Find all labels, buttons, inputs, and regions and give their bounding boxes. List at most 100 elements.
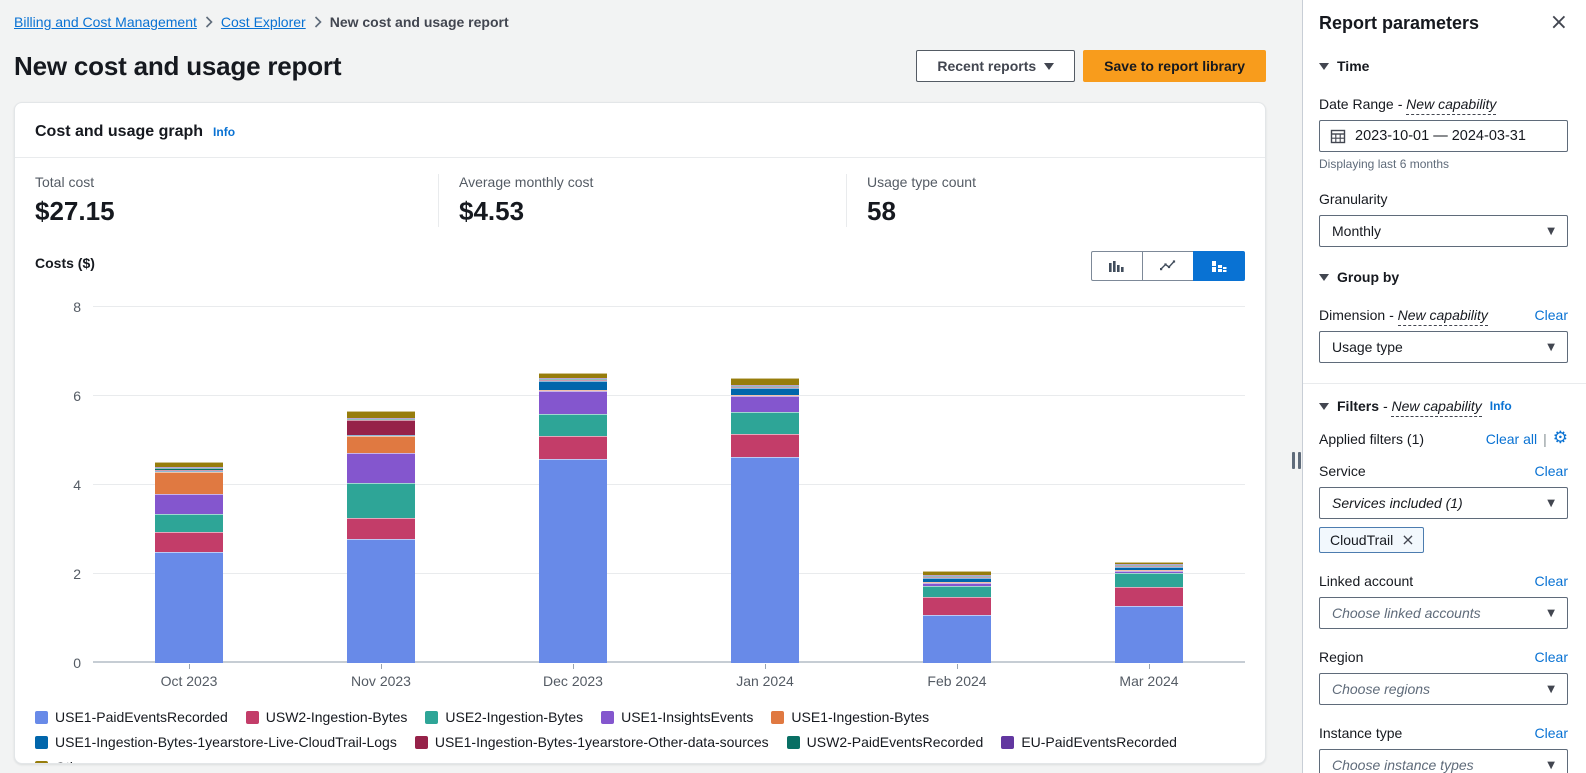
recent-reports-button[interactable]: Recent reports [916, 50, 1075, 82]
bar-chart-icon [1108, 258, 1126, 274]
select-placeholder: Choose regions [1332, 681, 1430, 697]
bar-segment[interactable] [347, 411, 415, 418]
bar-segment[interactable] [923, 586, 991, 597]
legend-item[interactable]: EU-PaidEventsRecorded [1001, 734, 1177, 750]
bar-segment[interactable] [347, 453, 415, 482]
bar-segment[interactable] [923, 597, 991, 615]
stacked-bar[interactable] [155, 307, 223, 663]
stat-total-cost: Total cost $27.15 [15, 174, 438, 227]
group-by-section-header[interactable]: Group by [1319, 269, 1568, 285]
bar-segment[interactable] [347, 483, 415, 519]
bar-segment[interactable] [155, 494, 223, 514]
token-label: CloudTrail [1330, 532, 1393, 548]
bar-segment[interactable] [731, 457, 799, 663]
stacked-bar[interactable] [347, 307, 415, 663]
token-remove-icon[interactable]: × [1401, 532, 1414, 548]
legend-label: USE1-Ingestion-Bytes-1yearstore-Other-da… [435, 734, 769, 750]
breadcrumb-link-billing[interactable]: Billing and Cost Management [14, 14, 197, 30]
chevron-down-icon: ▼ [1547, 684, 1555, 695]
bar-segment[interactable] [539, 381, 607, 389]
chart-x-axis-labels: Oct 2023Nov 2023Dec 2023Jan 2024Feb 2024… [93, 673, 1245, 689]
legend-label: USE1-Ingestion-Bytes [791, 709, 929, 725]
x-axis-tick [189, 664, 190, 669]
stacked-bar-chart-button[interactable] [1193, 251, 1245, 281]
bar-segment[interactable] [731, 434, 799, 457]
region-select[interactable]: Choose regions ▼ [1319, 673, 1568, 705]
time-section-header[interactable]: Time [1319, 58, 1568, 74]
service-clear-link[interactable]: Clear [1535, 463, 1568, 479]
bar-segment[interactable] [731, 412, 799, 435]
legend-swatch [415, 736, 428, 749]
stacked-bar[interactable] [539, 307, 607, 663]
bar-segment[interactable] [1115, 606, 1183, 663]
bar-segment[interactable] [347, 420, 415, 435]
legend-label: USE1-InsightsEvents [621, 709, 753, 725]
filters-section-header[interactable]: Filters - New capability Info [1319, 398, 1568, 414]
bar-segment[interactable] [347, 518, 415, 539]
filter-clear-link[interactable]: Clear [1535, 725, 1568, 741]
filters-info-link[interactable]: Info [1490, 399, 1512, 413]
bar-segment[interactable] [731, 396, 799, 411]
legend-item[interactable]: USE1-Ingestion-Bytes-1yearstore-Live-Clo… [35, 734, 397, 750]
breadcrumb-link-cost-explorer[interactable]: Cost Explorer [221, 14, 306, 30]
stacked-bar[interactable] [923, 307, 991, 663]
bar-segment[interactable] [539, 391, 607, 415]
service-filter: Service Clear Services included (1) ▼ Cl… [1319, 463, 1568, 553]
dimension-select[interactable]: Usage type ▼ [1319, 331, 1568, 363]
bar-segment[interactable] [731, 388, 799, 396]
legend-item[interactable]: USE1-PaidEventsRecorded [35, 709, 228, 725]
stacked-bar[interactable] [731, 307, 799, 663]
stacked-bar[interactable] [1115, 307, 1183, 663]
bar-segment[interactable] [347, 436, 415, 454]
bar-segment[interactable] [923, 615, 991, 664]
bar-segment[interactable] [731, 378, 799, 385]
legend-item[interactable]: USE1-Ingestion-Bytes-1yearstore-Other-da… [415, 734, 769, 750]
chevron-right-icon [205, 16, 213, 28]
legend-item[interactable]: USE1-InsightsEvents [601, 709, 753, 725]
panel-resize-handle[interactable] [1292, 452, 1301, 469]
recent-reports-label: Recent reports [937, 58, 1036, 74]
linked-account-select[interactable]: Choose linked accounts▼ [1319, 597, 1568, 629]
x-axis-label: Oct 2023 [93, 673, 285, 689]
y-tick-label: 0 [51, 655, 81, 671]
bar-segment[interactable] [539, 414, 607, 435]
bar-segment[interactable] [155, 472, 223, 494]
legend-swatch [771, 711, 784, 724]
x-axis-label: Jan 2024 [669, 673, 861, 689]
bar-segment[interactable] [539, 459, 607, 663]
service-select[interactable]: Services included (1) ▼ [1319, 487, 1568, 519]
bar-segment[interactable] [155, 514, 223, 532]
info-link[interactable]: Info [213, 125, 235, 139]
dimension-clear-link[interactable]: Clear [1535, 307, 1568, 323]
legend-item[interactable]: USW2-Ingestion-Bytes [246, 709, 408, 725]
gear-icon[interactable]: ⚙ [1553, 430, 1568, 447]
close-icon[interactable]: × [1550, 12, 1568, 34]
time-section-label: Time [1337, 58, 1369, 74]
chevron-down-icon: ▼ [1547, 226, 1555, 237]
instance-type-select[interactable]: Choose instance types▼ [1319, 749, 1568, 773]
bar-segment[interactable] [155, 552, 223, 663]
legend-item[interactable]: USW2-PaidEventsRecorded [787, 734, 984, 750]
clear-all-link[interactable]: Clear all [1486, 431, 1537, 447]
filter-clear-link[interactable]: Clear [1535, 649, 1568, 665]
bar-segment[interactable] [347, 539, 415, 663]
date-range-input[interactable]: 2023-10-01 — 2024-03-31 [1319, 120, 1568, 152]
x-axis-tick [957, 664, 958, 669]
bar-chart-button[interactable] [1091, 251, 1143, 281]
new-capability-label: New capability [1391, 398, 1481, 417]
legend-item[interactable]: Others [35, 759, 97, 764]
chart-plot: 02468 [93, 307, 1245, 663]
line-chart-button[interactable] [1142, 251, 1194, 281]
legend-item[interactable]: USE1-Ingestion-Bytes [771, 709, 929, 725]
legend-swatch [601, 711, 614, 724]
bars-layer [93, 307, 1245, 663]
save-to-report-library-button[interactable]: Save to report library [1083, 50, 1266, 82]
bar-segment[interactable] [539, 436, 607, 459]
legend-label: USE1-PaidEventsRecorded [55, 709, 228, 725]
legend-item[interactable]: USE2-Ingestion-Bytes [425, 709, 583, 725]
bar-segment[interactable] [155, 532, 223, 552]
filter-clear-link[interactable]: Clear [1535, 573, 1568, 589]
bar-segment[interactable] [1115, 573, 1183, 588]
bar-segment[interactable] [1115, 587, 1183, 606]
granularity-select[interactable]: Monthly ▼ [1319, 215, 1568, 247]
